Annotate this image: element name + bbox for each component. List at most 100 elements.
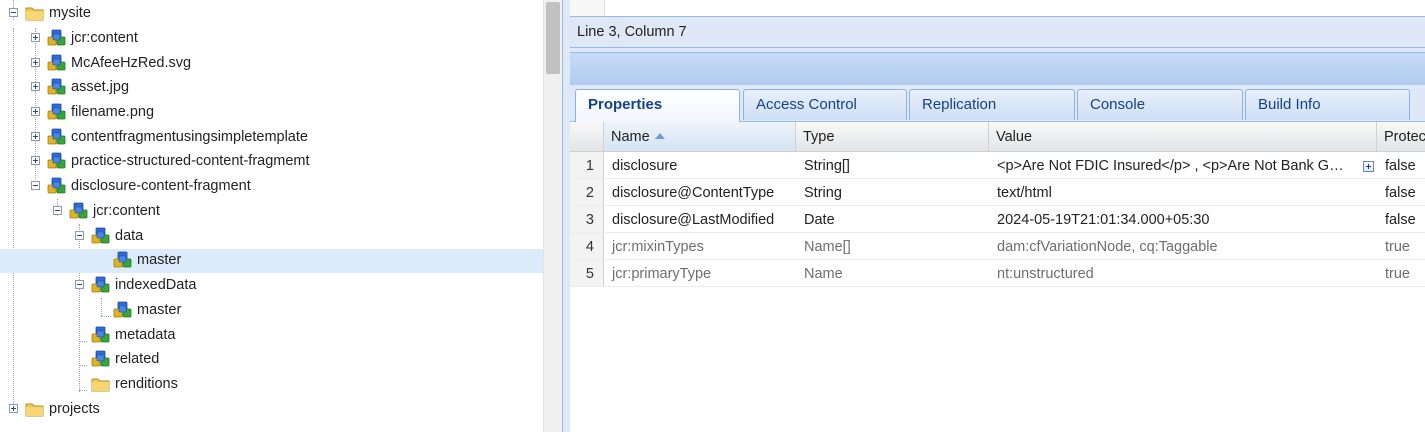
sort-ascending-icon (654, 133, 665, 139)
tree-node[interactable]: asset.jpg (0, 76, 543, 100)
collapse-toggle-icon[interactable] (75, 231, 84, 240)
tree-node-label: data (115, 228, 144, 244)
cell-value: text/html (997, 185, 1052, 201)
tab-properties[interactable]: Properties (575, 89, 740, 122)
collapse-toggle-icon[interactable] (31, 181, 40, 190)
tree-scrollbar[interactable] (543, 0, 563, 432)
tree-node-label: metadata (115, 327, 176, 343)
tree-node[interactable]: filename.png (0, 101, 543, 125)
repository-tree: mysite jcr:content McAfeeHzRed.svg asset.jp… (0, 0, 543, 432)
tree-node[interactable]: related (0, 348, 543, 372)
cell-protected: false (1385, 185, 1416, 201)
folder-icon (25, 4, 45, 22)
folder-icon (91, 375, 111, 393)
cursor-position: Line 3, Column 7 (577, 24, 687, 40)
collapse-toggle-icon[interactable] (53, 206, 62, 215)
node-icon (113, 251, 133, 269)
table-row[interactable]: 1 disclosure String[] <p>Are Not FDIC Insur… (570, 152, 1425, 179)
tree-node-label: disclosure-content-fragment (71, 178, 251, 194)
cell-name: jcr:mixinTypes (612, 239, 704, 255)
column-header-type[interactable]: Type (796, 122, 989, 151)
tree-node-label: related (115, 351, 160, 367)
column-type-label: Type (803, 129, 835, 145)
tree-node-label: indexedData (115, 277, 197, 293)
grid-header: Name Type Value Protec (570, 122, 1425, 152)
tree-node-label: projects (49, 401, 100, 417)
cell-type: String (804, 185, 842, 201)
tab-build-info[interactable]: Build Info (1245, 89, 1410, 120)
cell-name: jcr:primaryType (612, 266, 712, 282)
tree-node-label: McAfeeHzRed.svg (71, 55, 192, 71)
node-icon (91, 276, 111, 294)
expand-toggle-icon[interactable] (9, 404, 18, 413)
column-protected-label: Protec (1384, 129, 1425, 145)
expand-toggle-icon[interactable] (31, 107, 40, 116)
editor-area[interactable] (570, 0, 1425, 17)
editor-statusbar: Line 3, Column 7 (570, 17, 1425, 48)
expand-toggle-icon[interactable] (31, 33, 40, 42)
expand-toggle-icon[interactable] (31, 132, 40, 141)
node-icon (113, 301, 133, 319)
tab-console[interactable]: Console (1077, 89, 1243, 120)
table-row[interactable]: 4 jcr:mixinTypes Name[] dam:cfVariationNode… (570, 233, 1425, 260)
node-icon (47, 78, 67, 96)
header-rownum (570, 122, 604, 151)
tree-node[interactable]: indexedData (0, 274, 543, 298)
cell-value: dam:cfVariationNode, cq:Taggable (997, 239, 1218, 255)
collapse-toggle-icon[interactable] (9, 8, 18, 17)
expand-toggle-icon[interactable] (31, 82, 40, 91)
column-header-value[interactable]: Value (989, 122, 1377, 151)
node-icon (47, 54, 67, 72)
tree-node[interactable]: master (0, 299, 543, 323)
cell-value: 2024-05-19T21:01:34.000+05:30 (997, 212, 1210, 228)
cell-protected: true (1385, 266, 1410, 282)
column-value-label: Value (996, 129, 1033, 145)
cell-type: Name[] (804, 239, 851, 255)
tree-node-label: filename.png (71, 104, 155, 120)
expand-value-icon[interactable] (1363, 161, 1374, 172)
tree-node-label: jcr:content (93, 203, 160, 219)
node-icon (91, 326, 111, 344)
row-number: 4 (570, 233, 604, 259)
scrollbar-thumb[interactable] (546, 2, 560, 74)
column-header-protected[interactable]: Protec (1377, 122, 1425, 151)
row-number: 5 (570, 260, 604, 286)
node-icon (69, 202, 89, 220)
expand-toggle-icon[interactable] (31, 156, 40, 165)
column-header-name[interactable]: Name (604, 122, 796, 151)
tree-node[interactable]: master (0, 249, 543, 273)
tree-node[interactable]: practice-structured-content-fragmemt (0, 150, 543, 174)
tree-node-label: renditions (115, 376, 178, 392)
tree-node[interactable]: data (0, 225, 543, 249)
node-icon (47, 103, 67, 121)
properties-grid: Name Type Value Protec 1 disclosure String… (570, 122, 1425, 432)
tree-node-label: jcr:content (71, 30, 138, 46)
table-row[interactable]: 2 disclosure@ContentType String text/html fa… (570, 179, 1425, 206)
collapse-toggle-icon[interactable] (75, 280, 84, 289)
tab-replication[interactable]: Replication (909, 89, 1075, 120)
cell-protected: false (1385, 212, 1416, 228)
tree-node[interactable]: disclosure-content-fragment (0, 175, 543, 199)
row-number: 3 (570, 206, 604, 232)
tree-node[interactable]: renditions (0, 373, 543, 397)
tree-node-label: practice-structured-content-fragmemt (71, 153, 310, 169)
node-icon (47, 128, 67, 146)
tree-node[interactable]: jcr:content (0, 200, 543, 224)
node-icon (47, 177, 67, 195)
tree-node[interactable]: contentfragmentusingsimpletemplate (0, 126, 543, 150)
cell-protected: true (1385, 239, 1410, 255)
expand-toggle-icon[interactable] (31, 58, 40, 67)
tab-access-control[interactable]: Access Control (743, 89, 907, 120)
tree-node[interactable]: mysite (0, 2, 543, 26)
table-row[interactable]: 5 jcr:primaryType Name nt:unstructured true (570, 260, 1425, 287)
table-row[interactable]: 3 disclosure@LastModified Date 2024-05-19T2… (570, 206, 1425, 233)
tree-node-label: asset.jpg (71, 79, 130, 95)
tree-node[interactable]: metadata (0, 324, 543, 348)
tree-node[interactable]: jcr:content (0, 27, 543, 51)
node-icon (47, 152, 67, 170)
tree-node[interactable]: projects (0, 398, 543, 422)
tree-node[interactable]: McAfeeHzRed.svg (0, 52, 543, 76)
tree-node-label: master (137, 302, 182, 318)
cell-type: Name (804, 266, 843, 282)
row-number: 1 (570, 152, 604, 178)
